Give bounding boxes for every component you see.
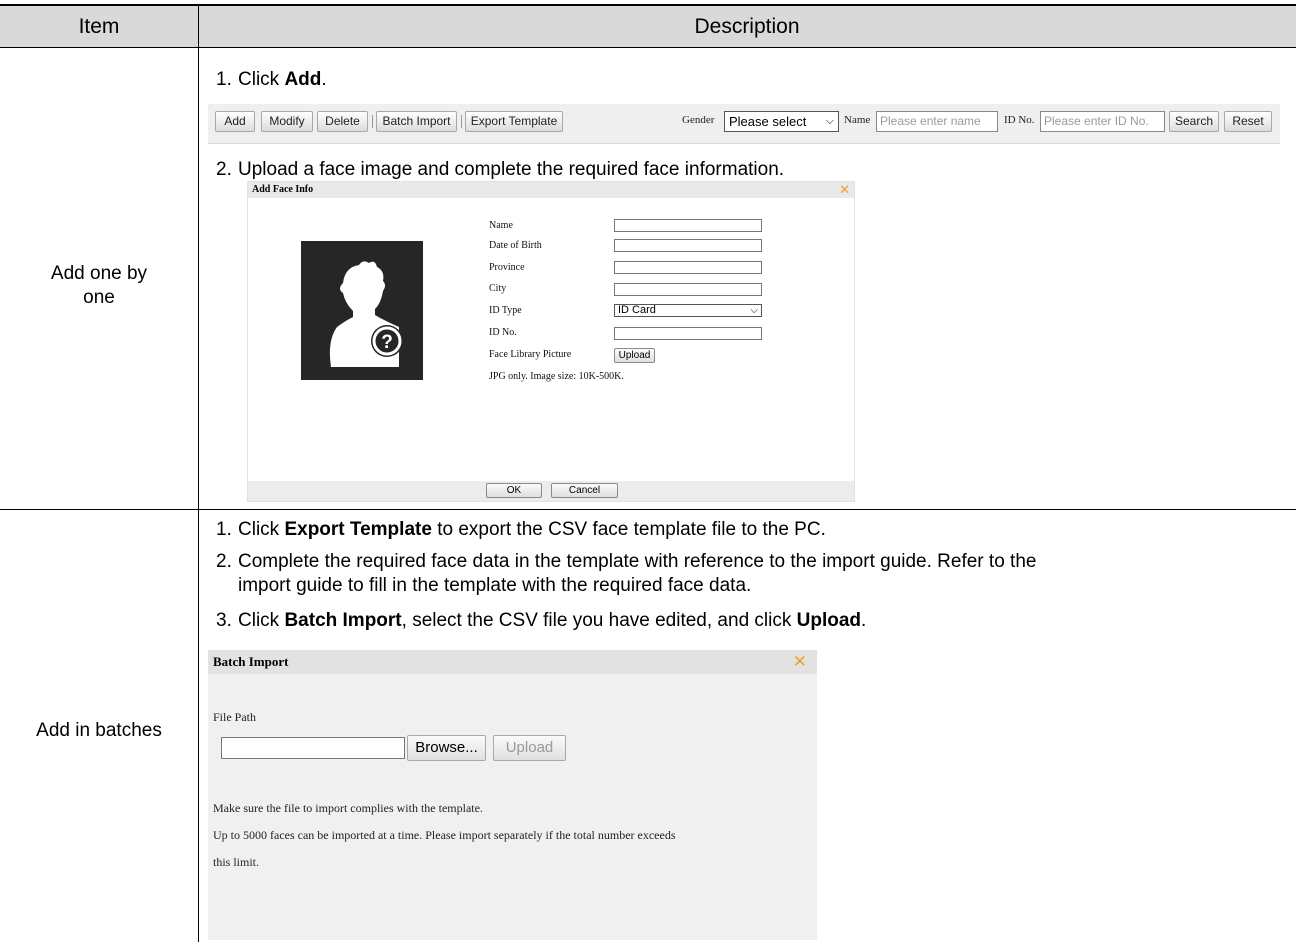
- dob-field[interactable]: [614, 239, 762, 252]
- cancel-button[interactable]: Cancel: [551, 483, 618, 498]
- dialog-title: Batch Import: [208, 650, 817, 674]
- step-text: Complete the required face data in the t…: [238, 551, 1037, 572]
- step-number: 2.: [216, 159, 232, 180]
- step-1-click-add: 1. Click Add.: [216, 68, 327, 91]
- upload-button[interactable]: Upload: [493, 735, 566, 761]
- name-input[interactable]: Please enter name: [876, 111, 998, 132]
- toolbar-separator: [461, 115, 462, 128]
- row-label-add-batches: Add in batches: [36, 720, 162, 741]
- step-text-end: .: [321, 69, 327, 90]
- browse-button[interactable]: Browse...: [407, 735, 486, 761]
- province-label: Province: [489, 262, 525, 273]
- gender-select[interactable]: Please select ⌵: [724, 111, 839, 132]
- picture-label: Face Library Picture: [489, 349, 572, 360]
- step-text: Click: [238, 519, 285, 540]
- ok-button[interactable]: OK: [486, 483, 542, 498]
- name-field[interactable]: [614, 219, 762, 232]
- step-bold: Add: [284, 69, 322, 90]
- id-no-label: ID No.: [1004, 114, 1035, 126]
- template-note: Make sure the file to import complies wi…: [213, 801, 483, 815]
- step-text: Click: [238, 610, 285, 631]
- step-3-batch-import: 3. Click Batch Import, select the CSV fil…: [216, 609, 866, 632]
- image-requirement-note: JPG only. Image size: 10K-500K.: [489, 371, 624, 382]
- step-text-end: .: [861, 610, 867, 631]
- id-type-value: ID Card: [618, 304, 656, 316]
- file-path-label: File Path: [213, 710, 257, 724]
- header-description: Description: [694, 15, 800, 38]
- id-no-field[interactable]: [614, 327, 762, 340]
- step-2-upload-face: 2. Upload a face image and complete the r…: [216, 158, 784, 181]
- row-label-text: Add one by one: [50, 263, 148, 308]
- close-icon[interactable]: ✕: [793, 650, 807, 674]
- step-2-complete-data: 2. Complete the required face data in the…: [216, 550, 1036, 573]
- step-text-end: to export the CSV face template file to …: [431, 519, 826, 540]
- chevron-down-icon: ⌵: [750, 305, 758, 316]
- province-field[interactable]: [614, 261, 762, 274]
- header-item: Item: [78, 15, 120, 38]
- name-label: Name: [844, 114, 871, 126]
- step-number: 3.: [216, 610, 232, 631]
- dialog-footer: OK Cancel: [248, 481, 854, 501]
- step-text: Click: [238, 69, 285, 90]
- limit-note: Up to 5000 faces can be imported at a ti…: [213, 828, 676, 842]
- svg-text:?: ?: [381, 332, 393, 353]
- face-toolbar: Add Modify Delete Batch Import Export Te…: [208, 104, 1280, 144]
- column-divider: [198, 6, 199, 942]
- search-button[interactable]: Search: [1169, 111, 1219, 132]
- reset-button[interactable]: Reset: [1224, 111, 1272, 132]
- step-bold: Batch Import: [284, 610, 402, 631]
- id-no-input[interactable]: Please enter ID No.: [1040, 111, 1165, 132]
- add-face-dialog: Add Face Info ✕ ? Name Date of Birth Pro…: [247, 181, 855, 502]
- file-path-input[interactable]: [221, 737, 405, 759]
- add-button[interactable]: Add: [215, 111, 255, 132]
- step-text-mid: , select the CSV file you have edited, a…: [401, 610, 797, 631]
- step-number: 1.: [216, 69, 232, 90]
- limit-note-continued: this limit.: [213, 855, 260, 869]
- table-header: Item Description: [0, 4, 1296, 48]
- step-bold-2: Upload: [796, 610, 862, 631]
- step-text: Upload a face image and complete the req…: [238, 159, 785, 180]
- row-label-add-one: Add one by one: [0, 262, 198, 310]
- step-2-continued: import guide to fill in the template wit…: [238, 575, 752, 596]
- gender-label: Gender: [682, 114, 715, 126]
- id-type-select[interactable]: ID Card ⌵: [614, 304, 762, 317]
- row-divider: [0, 509, 1296, 510]
- id-no-label: ID No.: [489, 327, 517, 338]
- step-number: 1.: [216, 519, 232, 540]
- gender-select-value: Please select: [729, 114, 807, 129]
- close-icon[interactable]: ✕: [839, 182, 850, 197]
- dob-label: Date of Birth: [489, 240, 542, 251]
- city-field[interactable]: [614, 283, 762, 296]
- delete-button[interactable]: Delete: [317, 111, 368, 132]
- upload-picture-button[interactable]: Upload: [614, 348, 655, 363]
- batch-import-dialog: Batch Import ✕ File Path Browse... Uploa…: [208, 650, 817, 940]
- batch-import-button[interactable]: Batch Import: [376, 111, 457, 132]
- modify-button[interactable]: Modify: [261, 111, 313, 132]
- export-template-button[interactable]: Export Template: [465, 111, 563, 132]
- dialog-title: Add Face Info: [248, 182, 854, 198]
- step-1-export-template: 1. Click Export Template to export the CS…: [216, 518, 826, 541]
- id-type-label: ID Type: [489, 305, 522, 316]
- name-label: Name: [489, 220, 513, 231]
- step-bold: Export Template: [284, 519, 432, 540]
- city-label: City: [489, 283, 507, 294]
- step-number: 2.: [216, 551, 232, 572]
- face-placeholder-icon: ?: [301, 241, 423, 380]
- toolbar-separator: [372, 115, 373, 128]
- chevron-down-icon: ⌵: [825, 115, 834, 127]
